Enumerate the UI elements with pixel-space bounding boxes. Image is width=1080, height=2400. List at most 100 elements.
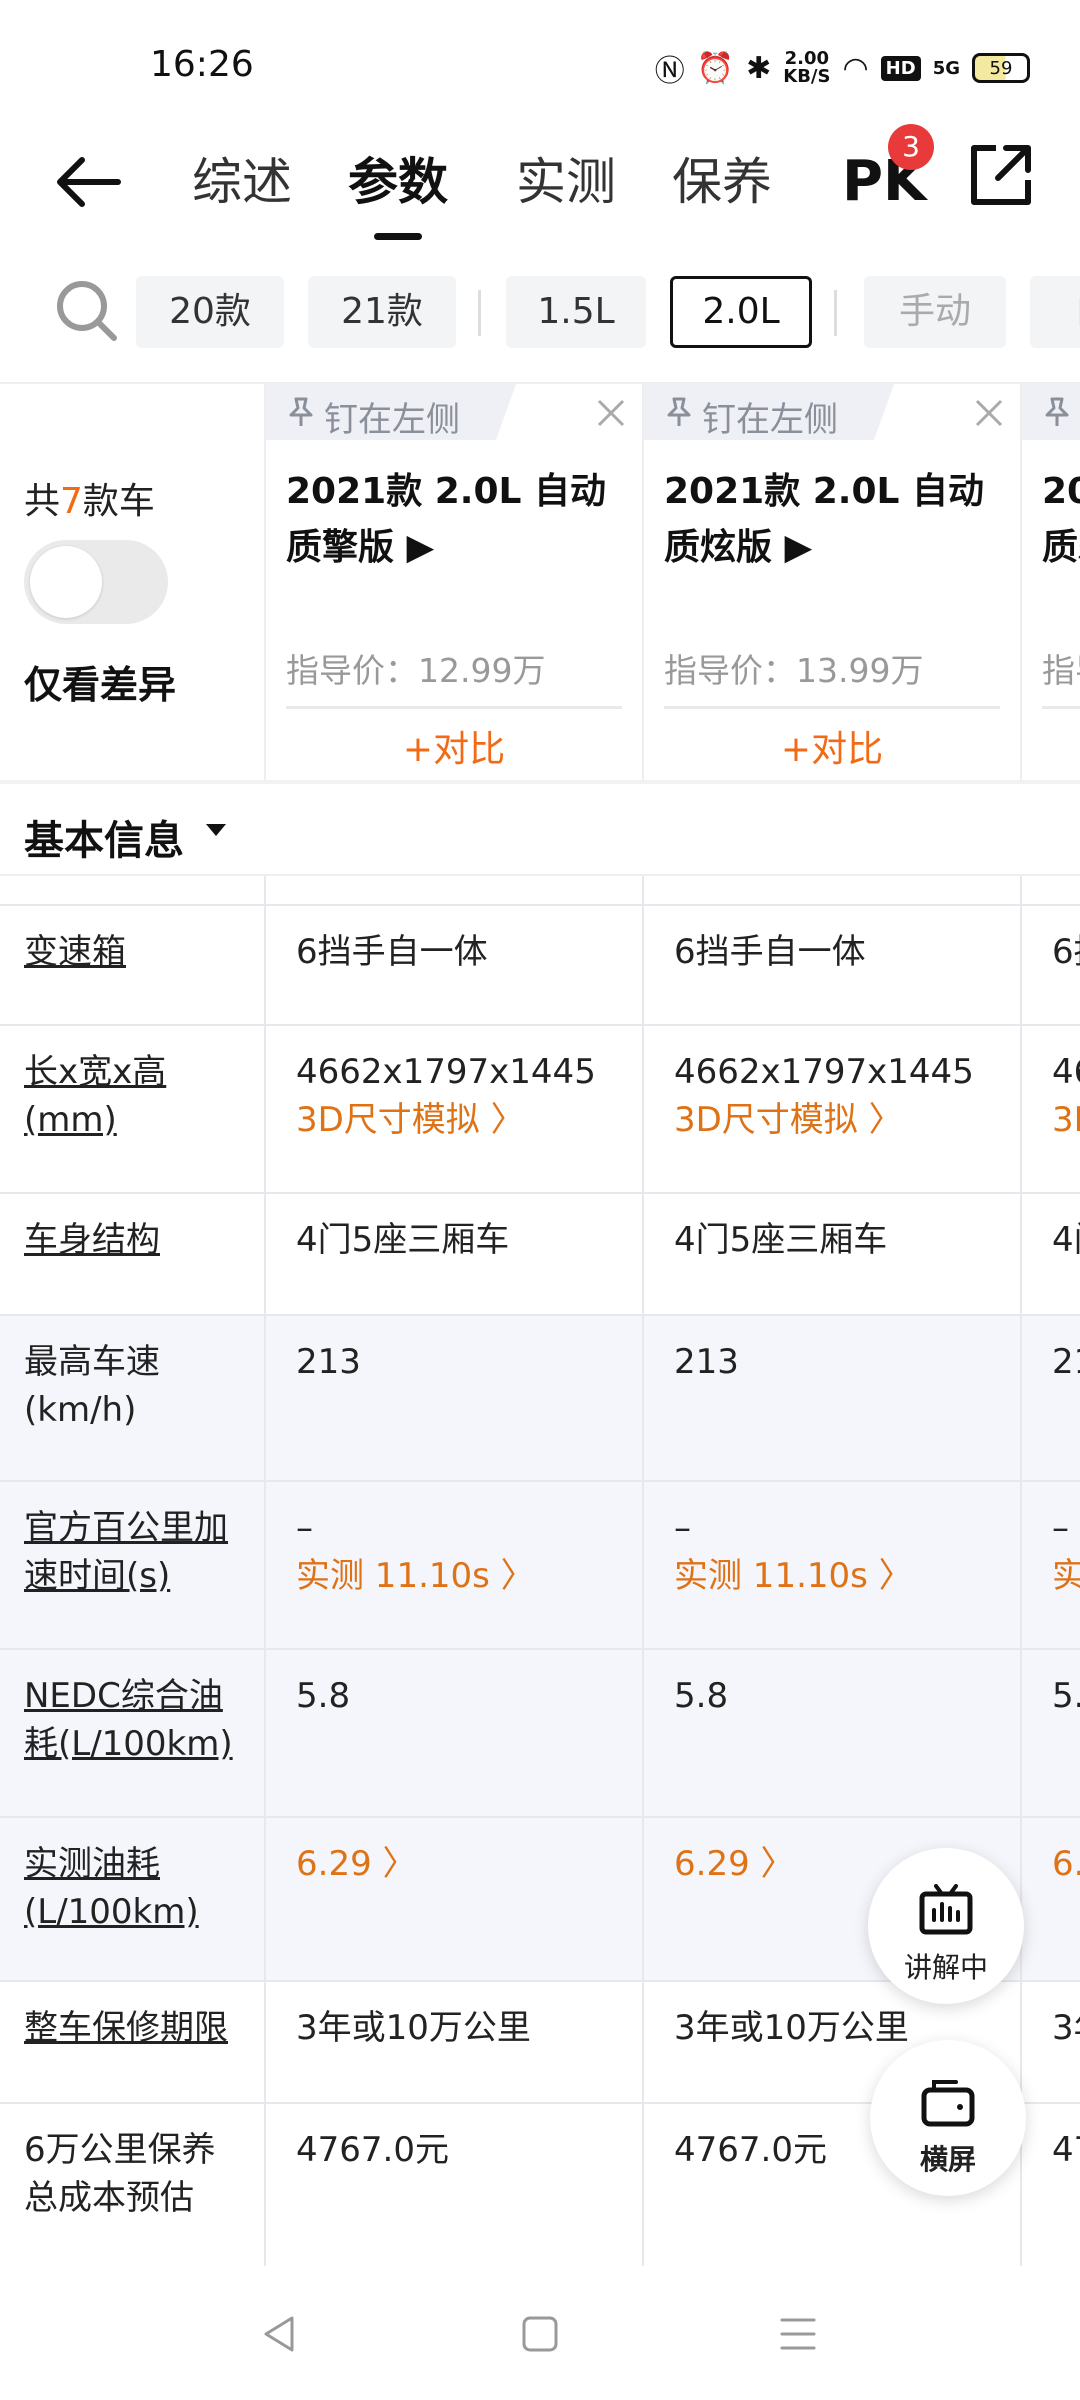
table-cell: 4662x1797x1445 3D尺寸模拟 〉: [642, 1026, 1020, 1192]
row-label-text: NEDC综合油耗(L/100km): [24, 1676, 233, 1764]
car-name[interactable]: 2021款 2.0L 自动质炫版 ▶: [664, 464, 994, 576]
pin-left-label: 钉在左侧: [324, 400, 460, 440]
cell-value: 213: [296, 1342, 361, 1382]
car-name[interactable]: 2021款 2.0L 自动质擎版 ▶: [286, 464, 616, 576]
car-column: 钉在左侧 2021款 2.0L 自动质炫版 ▶ 指导价：13.99万 +对比: [642, 384, 1020, 782]
diff-only-toggle[interactable]: [24, 540, 168, 624]
table-cell: 6.29 〉: [264, 1818, 642, 1980]
car-price: 指导价：12.99万: [286, 644, 622, 709]
landscape-fab[interactable]: 横屏: [870, 2040, 1026, 2196]
table-row-spacer: [0, 876, 1080, 906]
row-label[interactable]: 实测油耗(L/100km): [0, 1818, 264, 1980]
filter-chip-2-0l[interactable]: 2.0L: [670, 276, 812, 348]
cell-value: –: [674, 1508, 691, 1548]
table-row: 长x宽x高(mm) 4662x1797x1445 3D尺寸模拟 〉 4662x17…: [0, 1026, 1080, 1194]
table-row: 官方百公里加速时间(s) – 实测 11.10s 〉 – 实测 11.10s 〉 –…: [0, 1482, 1080, 1650]
alarm-icon: ⏰: [696, 50, 735, 86]
status-time: 16:26: [150, 44, 254, 85]
back-arrow-icon[interactable]: [48, 142, 128, 222]
close-icon[interactable]: [974, 398, 1004, 428]
row-label[interactable]: 长x宽x高(mm): [0, 1026, 264, 1192]
cell-value: 4767.0元: [296, 2130, 449, 2170]
table-cell: – 实测 11.10s 〉: [642, 1482, 1020, 1648]
filter-chip-20[interactable]: 20款: [136, 276, 284, 348]
measured-accel-link[interactable]: 实测 11.10s 〉: [674, 1552, 1020, 1600]
signal-icon: 5G: [932, 57, 960, 79]
cell-value: 6挡手自一体: [674, 932, 866, 972]
home-icon[interactable]: [518, 2312, 562, 2356]
filter-chip-1-5l[interactable]: 1.5L: [506, 276, 646, 348]
menu-icon[interactable]: [776, 2312, 820, 2356]
car-column: 2021款 2.0L 自动质雅版 指导价: [1020, 384, 1080, 782]
filter-chip-21[interactable]: 21款: [308, 276, 456, 348]
car-count-prefix: 共: [24, 481, 61, 522]
status-icons: Ⓝ ⏰ ✱ 2.00 KB/S ◠ HD 5G 59: [655, 46, 1030, 90]
tab-params[interactable]: 参数: [348, 142, 448, 240]
row-label[interactable]: 变速箱: [0, 906, 264, 1024]
status-bar: 16:26 Ⓝ ⏰ ✱ 2.00 KB/S ◠ HD 5G 59: [0, 0, 1080, 120]
cell-value: –: [296, 1508, 313, 1548]
bluetooth-icon: ✱: [746, 50, 772, 86]
cell-value: 3年或10万公里: [1052, 2008, 1080, 2048]
explain-fab[interactable]: 讲解中: [868, 1848, 1024, 2004]
wifi-icon: ◠: [842, 50, 869, 86]
tab-overview[interactable]: 综述: [192, 142, 292, 222]
car-price: 指导价：13.99万: [664, 644, 1000, 709]
table-cell: 3年或10万公里: [264, 1982, 642, 2102]
row-label[interactable]: 整车保修期限: [0, 1982, 264, 2102]
car-column: 钉在左侧 2021款 2.0L 自动质擎版 ▶ 指导价：12.99万 +对比: [264, 384, 642, 782]
cell-value: 213: [674, 1342, 739, 1382]
3d-size-link[interactable]: 3D尺寸模拟 〉: [296, 1096, 642, 1144]
tab-tests[interactable]: 实测: [516, 142, 616, 222]
measured-accel-link[interactable]: 实测 11.10s 〉: [296, 1552, 642, 1600]
pin-left-button[interactable]: 钉在左侧: [266, 384, 516, 440]
table-cell: 4门5座三厢车: [642, 1194, 1020, 1314]
3d-size-link[interactable]: 3D尺寸模拟: [1052, 1096, 1080, 1144]
cell-value: 4767.0元: [1052, 2130, 1080, 2170]
cell-value: –: [1052, 1508, 1069, 1548]
cell-value: 5.8: [674, 1676, 729, 1716]
car-name[interactable]: 2021款 2.0L 自动质雅版: [1042, 464, 1080, 576]
pin-left-button[interactable]: [1022, 384, 1080, 440]
table-cell: – 实测 11.10s: [1020, 1482, 1080, 1648]
pin-icon: [1045, 397, 1069, 426]
measured-fuel-link[interactable]: 6.29 〉: [296, 1840, 642, 1888]
cell-value: 6挡手自一体: [296, 932, 488, 972]
table-row: 最高车速(km/h) 213 213 213: [0, 1316, 1080, 1482]
table-cell: 5.8: [264, 1650, 642, 1816]
add-compare-button[interactable]: +对比: [266, 720, 642, 772]
table-cell: 6挡手自一体: [642, 906, 1020, 1024]
car-count-suffix: 款车: [82, 481, 155, 522]
section-header[interactable]: 基本信息: [0, 780, 1080, 876]
row-label-text: 整车保修期限: [24, 2008, 228, 2048]
share-icon[interactable]: [966, 140, 1036, 210]
row-label-text: 最高车速(km/h): [24, 1342, 160, 1430]
close-icon[interactable]: [596, 398, 626, 428]
table-cell: 5.8: [1020, 1650, 1080, 1816]
search-icon[interactable]: [52, 276, 122, 346]
cell-value: 4门5座三厢车: [674, 1220, 888, 1260]
compare-header-left: 共7款车 仅看差异: [0, 384, 264, 782]
cell-value: 5.8: [296, 1676, 351, 1716]
table-cell: [1020, 876, 1080, 904]
row-label[interactable]: 官方百公里加速时间(s): [0, 1482, 264, 1648]
pin-icon: [667, 397, 691, 426]
measured-fuel-link[interactable]: 6.29: [1052, 1840, 1080, 1888]
table-cell: 4门5座三厢车: [264, 1194, 642, 1314]
car-count-number: 7: [60, 481, 83, 522]
tab-maintenance[interactable]: 保养: [672, 142, 772, 222]
table-cell: [642, 876, 1020, 904]
back-icon[interactable]: [258, 2312, 302, 2356]
hd-icon: HD: [880, 55, 921, 81]
add-compare-button[interactable]: +对比: [644, 720, 1020, 772]
filter-chip-auto[interactable]: 自: [1030, 276, 1080, 348]
pin-left-button[interactable]: 钉在左侧: [644, 384, 894, 440]
row-label: 6万公里保养总成本预估: [0, 2104, 264, 2266]
filter-chip-manual[interactable]: 手动: [864, 276, 1006, 348]
row-label-text: 实测油耗(L/100km): [24, 1844, 199, 1932]
row-label[interactable]: NEDC综合油耗(L/100km): [0, 1650, 264, 1816]
row-label[interactable]: 车身结构: [0, 1194, 264, 1314]
measured-accel-link[interactable]: 实测 11.10s: [1052, 1552, 1080, 1600]
3d-size-link[interactable]: 3D尺寸模拟 〉: [674, 1096, 1020, 1144]
table-cell: 4门5座三厢车: [1020, 1194, 1080, 1314]
